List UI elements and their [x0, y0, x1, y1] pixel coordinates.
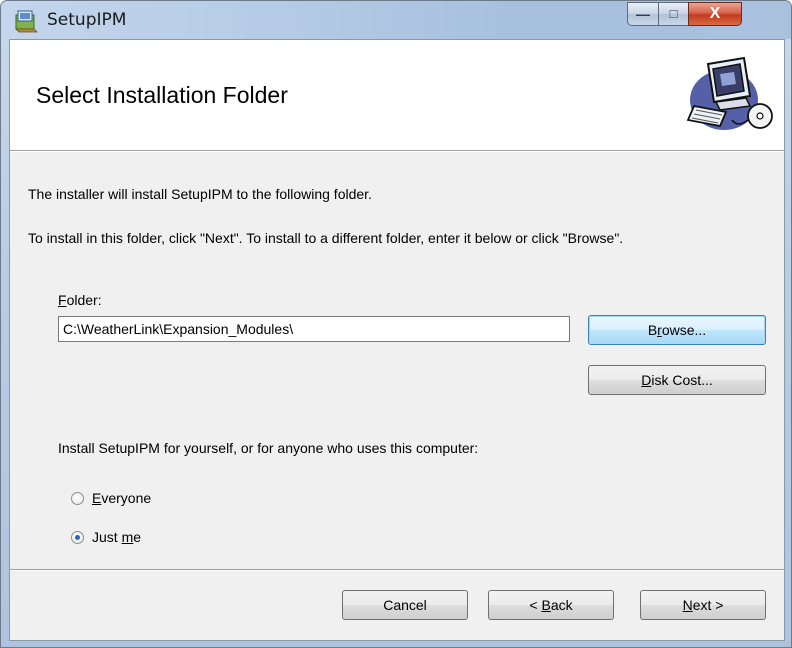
install-scope-label: Install SetupIPM for yourself, or for an… [58, 440, 479, 456]
minimize-icon: — [636, 6, 650, 22]
just-me-radio-label[interactable]: Just me [92, 529, 141, 545]
header-banner: Select Installation Folder [10, 40, 784, 151]
folder-path-input[interactable]: C:\WeatherLink\Expansion_Modules\ [58, 316, 570, 342]
everyone-radio-label[interactable]: Everyone [92, 490, 151, 506]
page-title: Select Installation Folder [36, 82, 288, 108]
footer-divider-highlight [10, 570, 784, 571]
intro-line-1: The installer will install SetupIPM to t… [28, 186, 372, 202]
radio-selected-dot [75, 535, 80, 540]
everyone-radio[interactable] [71, 492, 84, 505]
window-title: SetupIPM [47, 10, 127, 30]
browse-button[interactable]: Browse... [588, 315, 766, 345]
minimize-button[interactable]: — [627, 2, 659, 26]
maximize-button[interactable]: □ [658, 2, 689, 26]
maximize-icon: □ [669, 6, 678, 21]
close-button[interactable]: X [688, 2, 742, 26]
setup-app-icon [15, 10, 38, 33]
folder-label: Folder: [58, 292, 102, 308]
intro-line-2: To install in this folder, click "Next".… [28, 230, 624, 246]
dialog-client-area: Select Installation Folder The installer… [9, 39, 785, 641]
just-me-radio[interactable] [71, 531, 84, 544]
title-bar[interactable]: SetupIPM — □ X [1, 1, 791, 39]
close-icon: X [709, 5, 721, 22]
computer-disc-icon [686, 56, 773, 130]
disk-cost-button[interactable]: Disk Cost... [588, 365, 766, 395]
cancel-button[interactable]: Cancel [342, 590, 468, 620]
back-button[interactable]: < Back [488, 590, 614, 620]
banner-divider [10, 151, 784, 152]
next-button[interactable]: Next > [640, 590, 766, 620]
installer-window: SetupIPM — □ X Select Installation Folde… [0, 0, 792, 648]
